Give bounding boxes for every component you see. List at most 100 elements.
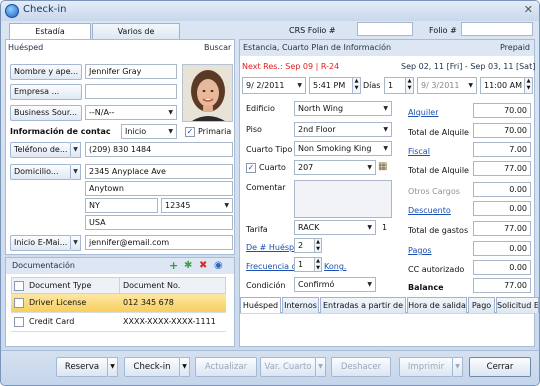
total-label: Balance [408,283,444,292]
room-dropdown[interactable]: 207 ▼ [294,160,376,175]
frequency-spinner[interactable]: ▲ ▼ [314,257,322,272]
update-button[interactable]: Actualizar [195,357,257,377]
detail-tab[interactable]: Solicitud Es [496,297,539,313]
row-checkbox[interactable] [14,298,24,308]
room-type-dropdown[interactable]: Non Smoking King ▼ [294,141,392,156]
days-spinner[interactable]: ▲ ▼ [405,77,414,94]
checkin-button[interactable]: Check-in [124,357,180,377]
phone-menu-arrow[interactable]: ▼ [71,142,81,158]
detail-tab[interactable]: Huésped [240,297,281,313]
prepaid-label: Prepaid [500,43,530,52]
departure-date-value: 9/ 3/2011 [421,81,460,90]
total-label[interactable]: Descuento [408,205,470,217]
detail-tab[interactable]: Hora de salida [407,297,467,313]
add-from-scan-icon[interactable]: ✱ [184,259,192,272]
frequency-field[interactable]: 1 [294,257,315,272]
col-document-type[interactable]: Document Type [29,280,91,292]
next-reservation-link[interactable]: Next Res.: Sep 09 | R-24 [242,61,339,73]
add-document-icon[interactable]: + [169,259,178,272]
phone-button[interactable]: Teléfono de... [10,142,71,158]
column-divider [119,278,120,293]
address-line1-field[interactable]: 2345 Anyplace Ave [85,164,233,179]
guests-count-spinner[interactable]: ▲ ▼ [314,238,322,253]
search-link[interactable]: Buscar [204,41,231,55]
condition-label: Condición [246,281,286,290]
days-field[interactable]: 1 [384,77,406,94]
frequency-suffix-link[interactable]: Kong. [324,261,346,273]
change-room-button[interactable]: Var. Cuarto [260,357,316,377]
arrival-time-field[interactable]: 5:41 PM [309,77,353,94]
reserve-menu-arrow[interactable]: ▼ [108,357,118,377]
condition-dropdown[interactable]: Confirmó ▼ [294,277,376,292]
table-row[interactable]: Credit Card XXXX-XXXX-XXXX-1111 [11,313,226,332]
change-room-menu-arrow[interactable]: ▼ [316,357,326,377]
email-button[interactable]: Inicio E-Mai... [10,235,71,251]
company-button[interactable]: Empresa ... [10,84,82,100]
email-field[interactable]: jennifer@email.com [85,235,233,250]
company-field[interactable] [85,84,177,99]
delete-document-icon[interactable]: ✖ [199,259,207,272]
arrival-date-picker[interactable]: 9/ 2/2011 ▼ [242,77,306,94]
rate-dropdown[interactable]: RACK ▼ [294,220,376,235]
total-label[interactable]: Fiscal [408,146,470,158]
col-document-no[interactable]: Document No. [123,280,180,292]
crs-folio-field[interactable] [357,22,413,36]
departure-date-picker[interactable]: 9/ 3/2011 ▼ [417,77,477,94]
chevron-down-icon: ▼ [168,128,173,135]
stay-date-range: Sep 02, 11 [Fri] - Sep 03, 11 [Sat] [401,62,536,71]
building-value: North Wing [298,104,344,113]
room-lookup-icon[interactable]: ▦ [378,160,391,175]
checkin-menu-arrow[interactable]: ▼ [180,357,190,377]
guests-count-link[interactable]: De # Huésped [246,242,294,254]
detail-tab[interactable]: Internos [282,297,319,313]
total-value: 0.00 [473,241,531,256]
room-checkbox[interactable]: ✓ [246,163,256,173]
comment-field[interactable] [294,180,392,218]
folio-field[interactable] [461,22,533,36]
address-button[interactable]: Domicilio... [10,164,71,180]
departure-time-spinner[interactable]: ▲ ▼ [524,77,533,94]
total-label: CC autorizado [408,265,465,274]
detail-tab[interactable]: Entradas a partir de [320,297,406,313]
state-field[interactable]: NY [85,198,158,213]
reserve-button[interactable]: Reserva [56,357,108,377]
frequency-link[interactable]: Frecuencia d [246,261,294,273]
condition-value: Confirmó [298,280,335,289]
address-menu-arrow[interactable]: ▼ [71,164,81,180]
country-field[interactable]: USA [85,215,233,230]
print-button[interactable]: Imprimir [399,357,453,377]
guests-count-field[interactable]: 2 [294,238,315,253]
floor-label: Piso [246,125,262,134]
floor-dropdown[interactable]: 2nd Floor ▼ [294,122,392,137]
business-source-dropdown[interactable]: --N/A-- ▼ [85,105,177,120]
select-all-checkbox[interactable] [14,281,24,291]
scan-document-icon[interactable]: ◉ [214,259,223,272]
comment-label: Comentar [246,183,286,192]
detail-tab[interactable]: Pago [468,297,495,313]
tab-stay[interactable]: Estadía [9,23,91,39]
undo-button[interactable]: Deshacer [331,357,391,377]
close-icon[interactable]: ✕ [524,3,533,16]
email-menu-arrow[interactable]: ▼ [71,235,81,251]
rate-label: Tarifa [246,225,268,234]
building-dropdown[interactable]: North Wing ▼ [294,101,392,116]
phone-field[interactable]: (209) 830 1484 [85,142,233,157]
tab-misc[interactable]: Varios de Información [92,23,180,51]
total-label[interactable]: Pagos [408,245,470,257]
address-line2-field[interactable]: Anytown [85,181,233,196]
total-label[interactable]: Alquiler [408,107,470,119]
close-button[interactable]: Cerrar [469,357,531,377]
primary-checkbox[interactable]: ✓ [185,127,195,137]
print-menu-arrow[interactable]: ▼ [453,357,463,377]
chevron-down-icon: ▼ [367,224,372,231]
departure-time-field[interactable]: 11:00 AM [480,77,525,94]
table-row[interactable]: Driver License 012 345 678 [11,294,226,313]
floor-value: 2nd Floor [298,125,336,134]
business-source-button[interactable]: Business Sour... [10,105,82,121]
zip-dropdown[interactable]: 12345 ▼ [161,198,233,213]
contact-type-dropdown[interactable]: Inicio ▼ [121,124,177,139]
arrival-time-spinner[interactable]: ▲ ▼ [352,77,361,94]
name-field[interactable]: Jennifer Gray [85,64,177,79]
name-button[interactable]: Nombre y ape... [10,64,82,80]
row-checkbox[interactable] [14,317,24,327]
